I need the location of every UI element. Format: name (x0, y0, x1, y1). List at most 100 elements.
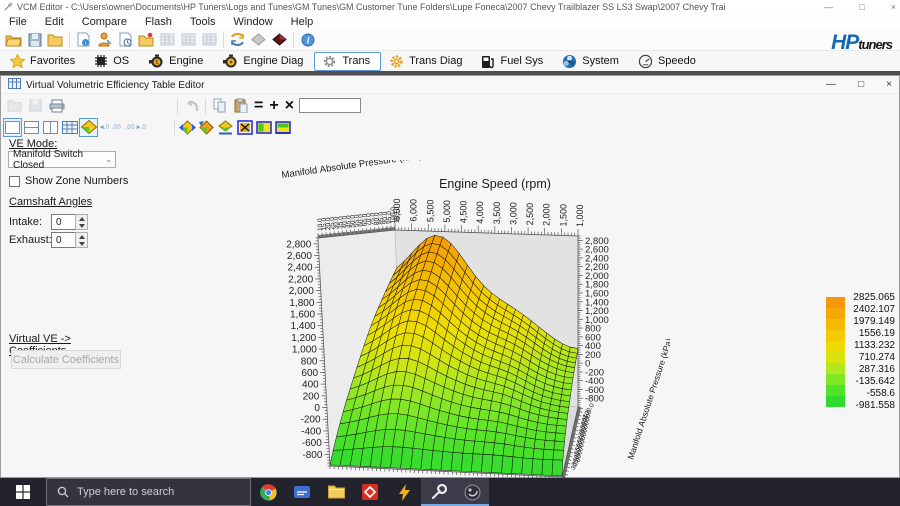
taskbar-chrome-icon[interactable] (251, 478, 285, 506)
editor-maximize-button[interactable]: □ (858, 79, 864, 90)
open-icon[interactable] (3, 30, 24, 49)
view-single-pane-button[interactable] (3, 118, 22, 137)
legend-value: -981.558 (845, 401, 895, 411)
search-input[interactable]: Type here to search (46, 478, 251, 506)
paste-icon[interactable] (230, 96, 251, 115)
tab-os[interactable]: OS (86, 52, 140, 71)
gear-orange-icon (389, 54, 404, 69)
diamond-red-icon[interactable] (269, 30, 290, 49)
calculate-coefficients-button[interactable]: Calculate Coefficients (11, 350, 121, 369)
tab-trans-diag[interactable]: Trans Diag (381, 52, 473, 71)
folder-new-icon[interactable] (136, 30, 157, 49)
tab-trans[interactable]: Trans (314, 52, 381, 71)
taskbar-vcm-editor-icon[interactable] (421, 478, 455, 506)
compare-sync-icon[interactable] (227, 30, 248, 49)
diamond-gray-icon[interactable] (248, 30, 269, 49)
window-title: VCM Editor - C:\Users\owner\Documents\HP… (17, 2, 726, 12)
star-icon (10, 54, 25, 68)
svg-text:i: i (85, 41, 86, 47)
info-circle-icon[interactable]: i (297, 30, 318, 49)
ve-surface-chart[interactable] (250, 160, 670, 480)
taskbar-lightning-app-icon[interactable] (387, 478, 421, 506)
decimal-decrease-button[interactable]: .00 ▸.0 (125, 124, 146, 131)
editor-toolbar-view: ◂.0 .00 .00 ▸.0 (2, 116, 898, 138)
editor-save-icon[interactable] (25, 96, 46, 115)
table-2-icon[interactable] (178, 30, 199, 49)
minimize-button[interactable]: — (824, 2, 833, 12)
legend-value: -135.642 (845, 377, 895, 387)
tab-favorites[interactable]: Favorites (2, 52, 86, 71)
menu-edit[interactable]: Edit (36, 14, 73, 29)
search-icon (57, 486, 69, 498)
legend-value: -558.6 (845, 389, 895, 399)
editor-open-icon[interactable] (4, 96, 25, 115)
legend-value: 1133.232 (845, 341, 895, 351)
rotate-3d-left-button[interactable] (178, 118, 197, 137)
rotate-3d-right-button[interactable] (197, 118, 216, 137)
taskbar-vcm-scanner-icon[interactable] (353, 478, 387, 506)
editor-minimize-button[interactable]: — (826, 79, 836, 90)
taskbar-file-explorer-icon[interactable] (319, 478, 353, 506)
decimal-increase-button[interactable]: ◂.0 .00 (100, 124, 121, 131)
view-split-horizontal-button[interactable] (22, 118, 41, 137)
taskbar-blue-app-icon[interactable] (285, 478, 319, 506)
intake-field[interactable]: 0 (51, 214, 75, 230)
legend-band (826, 319, 845, 330)
legend-value: 710.274 (845, 353, 895, 363)
legend-color-bar (826, 297, 845, 407)
checkbox-box[interactable] (9, 176, 20, 187)
menu-tools[interactable]: Tools (181, 14, 225, 29)
folder-open-icon[interactable] (45, 30, 66, 49)
editor-close-button[interactable]: × (886, 79, 892, 90)
editor-titlebar[interactable]: Virtual Volumetric Efficiency Table Edit… (2, 77, 898, 94)
taskbar-recorder-app-icon[interactable] (455, 478, 489, 506)
editor-toolbar-file: = + × (2, 95, 898, 116)
tab-speedo[interactable]: Speedo (630, 52, 707, 71)
print-icon[interactable] (46, 96, 67, 115)
menu-compare[interactable]: Compare (73, 14, 136, 29)
svg-text:5: 5 (156, 60, 159, 66)
operand-input[interactable] (299, 98, 361, 113)
menu-window[interactable]: Window (225, 14, 282, 29)
main-toolbar: i i (0, 29, 900, 50)
doc-info-icon[interactable]: i (73, 30, 94, 49)
close-button[interactable]: × (891, 2, 896, 12)
legend-band (826, 352, 845, 363)
table-1-icon[interactable] (157, 30, 178, 49)
copy-icon[interactable] (209, 96, 230, 115)
start-button[interactable] (0, 478, 46, 506)
multiply-operator-button[interactable]: × (282, 98, 297, 114)
save-icon[interactable] (24, 30, 45, 49)
window-titlebar: VCM Editor - C:\Users\owner\Documents\HP… (0, 0, 900, 14)
tab-system[interactable]: System (554, 52, 630, 71)
exhaust-field[interactable]: 0 (51, 232, 75, 248)
key-user-icon[interactable] (94, 30, 115, 49)
tab-engine-diag[interactable]: Engine Diag (214, 52, 314, 71)
intake-stepper[interactable] (75, 214, 88, 230)
view-table-button[interactable] (60, 118, 79, 137)
plus-operator-button[interactable]: + (266, 98, 281, 114)
view-split-vertical-button[interactable] (41, 118, 60, 137)
table-3-icon[interactable] (199, 30, 220, 49)
menu-file[interactable]: File (0, 14, 36, 29)
split-color-view-button[interactable] (254, 118, 273, 137)
show-zone-numbers-checkbox[interactable]: Show Zone Numbers (9, 175, 128, 187)
ve-mode-select[interactable]: Manifold Switch Closed ⌄ (8, 151, 116, 168)
doc-clock-icon[interactable] (115, 30, 136, 49)
maximize-button[interactable]: □ (859, 2, 864, 12)
tab-fuel-sys[interactable]: Fuel Sys (473, 52, 554, 71)
tab-engine[interactable]: 5 Engine (140, 52, 214, 71)
exhaust-stepper[interactable] (75, 232, 88, 248)
legend-band (826, 330, 845, 341)
view-3d-surface-button[interactable] (79, 118, 98, 137)
legend-value-labels: 2825.0652402.1071979.1491556.191133.2327… (845, 293, 895, 411)
undo-icon[interactable] (181, 96, 202, 115)
menu-flash[interactable]: Flash (136, 14, 181, 29)
zone-select-button[interactable] (235, 118, 254, 137)
layer-view-button[interactable] (273, 118, 292, 137)
menu-help[interactable]: Help (282, 14, 323, 29)
chip-icon (94, 54, 108, 68)
flatten-3d-button[interactable] (216, 118, 235, 137)
legend-band (826, 341, 845, 352)
equals-operator-button[interactable]: = (251, 98, 266, 114)
